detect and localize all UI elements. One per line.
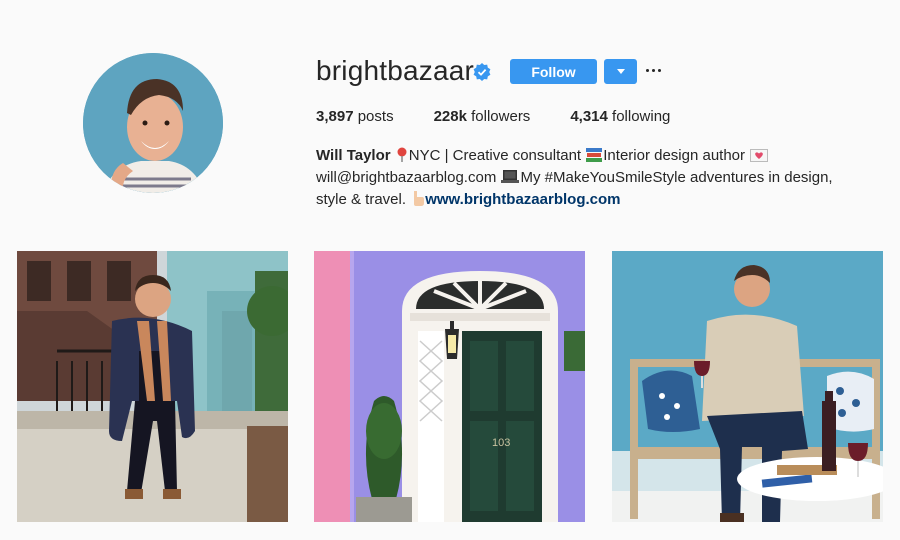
post-thumbnail-2[interactable]: 103 (314, 251, 585, 522)
pin-icon (397, 147, 407, 162)
door-number: 103 (492, 437, 510, 449)
posts-stat: 3,897 posts (316, 108, 394, 125)
post-thumbnail-3[interactable] (612, 251, 883, 522)
follow-button[interactable]: Follow (510, 59, 597, 84)
verified-badge-icon (473, 63, 491, 81)
more-options-icon[interactable] (646, 63, 662, 77)
books-icon (586, 148, 603, 162)
website-link[interactable]: www.brightbazaarblog.com (425, 191, 620, 208)
profile-stats: 3,897 posts 228k followers 4,314 followi… (316, 108, 710, 125)
post-thumbnail-1[interactable] (17, 251, 288, 522)
profile-full-name: Will Taylor (316, 147, 391, 164)
laptop-icon (501, 170, 520, 183)
profile-bio: Will Taylor NYC | Creative consultant In… (316, 147, 833, 208)
chevron-down-icon (616, 69, 625, 74)
heart-letter-icon (750, 149, 769, 162)
suggestions-dropdown-button[interactable] (604, 59, 637, 84)
profile-avatar[interactable] (83, 53, 223, 193)
bio-email: will@brightbazaarblog.com (316, 169, 497, 186)
profile-username: brightbazaar (316, 55, 475, 86)
followers-stat[interactable]: 228k followers (434, 108, 531, 125)
pointing-hand-icon (414, 191, 425, 206)
following-stat[interactable]: 4,314 following (570, 108, 670, 125)
